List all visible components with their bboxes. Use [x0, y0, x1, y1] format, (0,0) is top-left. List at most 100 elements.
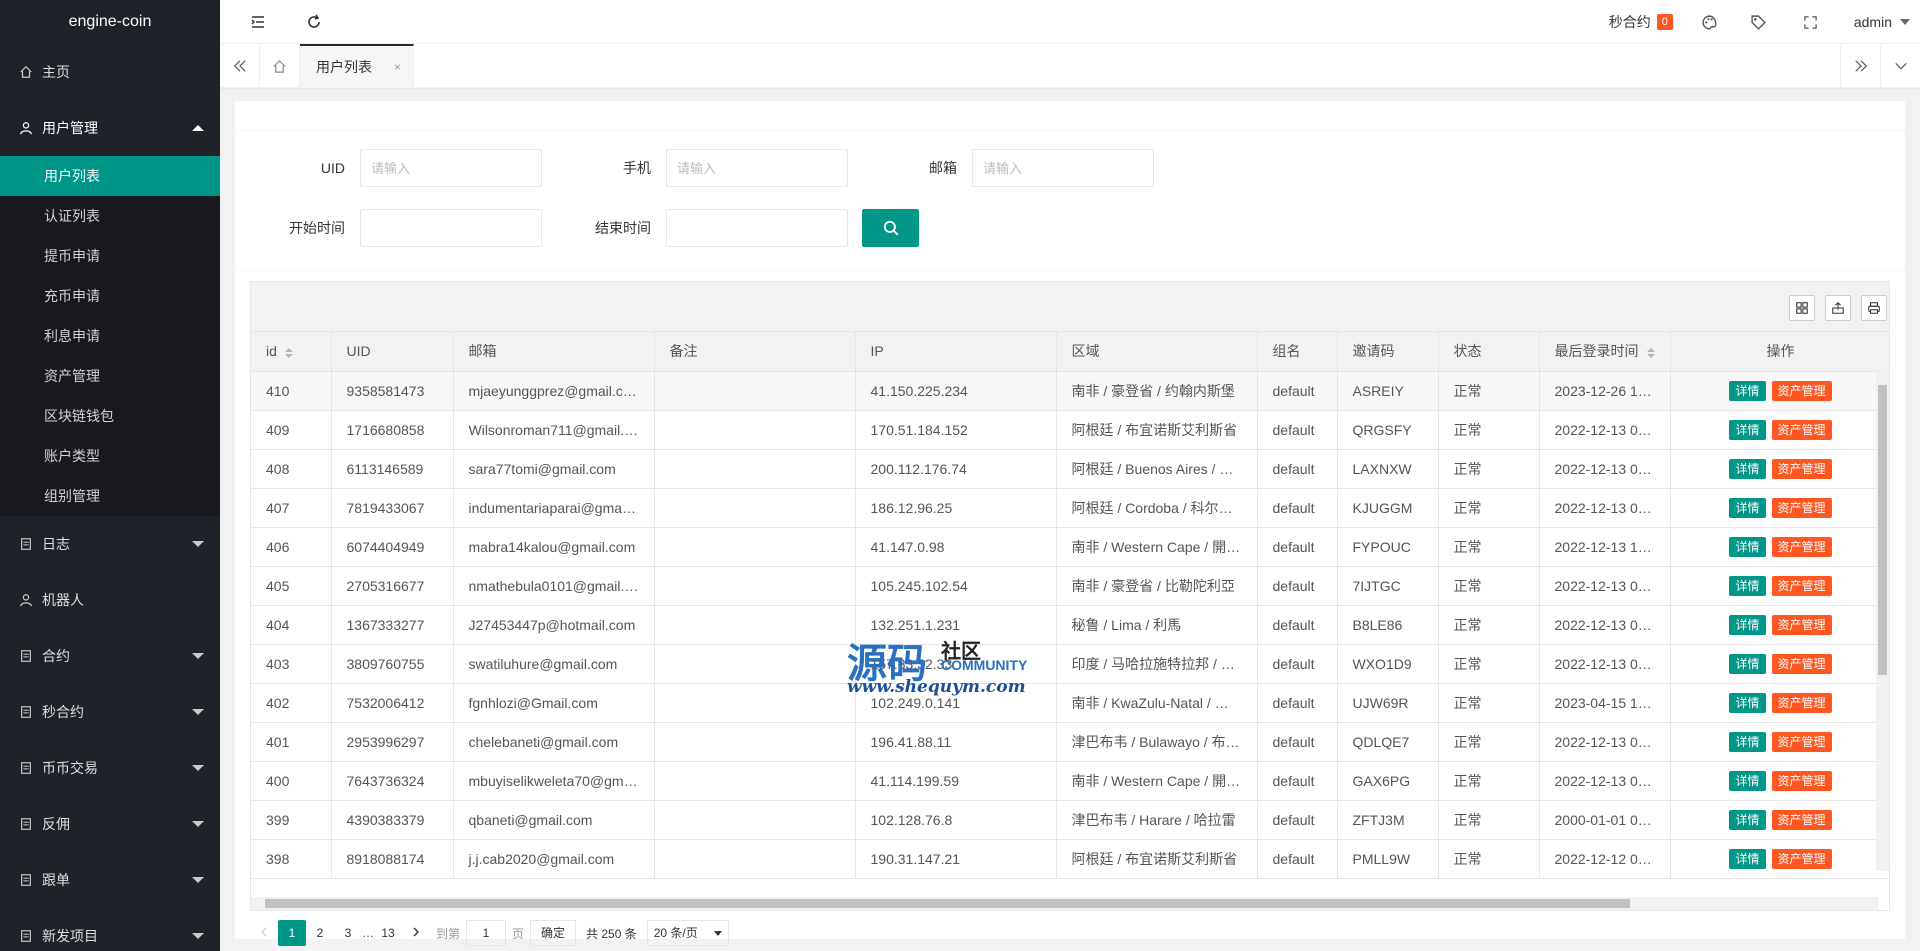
menu-toggle-button[interactable]	[238, 0, 278, 44]
tab-user-list-label: 用户列表	[316, 59, 372, 75]
sub-item-user-list[interactable]: 用户列表	[0, 156, 220, 196]
detail-button[interactable]: 详情	[1729, 497, 1766, 518]
goto-confirm-button[interactable]: 确定	[530, 920, 577, 946]
print-button[interactable]	[1861, 295, 1887, 321]
detail-button[interactable]: 详情	[1729, 809, 1766, 830]
cell-email: sara77tomi@gmail.com	[453, 449, 655, 489]
phone-label: 手机	[623, 160, 651, 176]
sub-item-account-types[interactable]: 账户类型	[0, 436, 220, 476]
sort-icon[interactable]	[284, 347, 293, 358]
sub-item-group-management[interactable]: 组别管理	[0, 476, 220, 516]
col-id[interactable]: id	[251, 332, 332, 372]
horizontal-scrollbar[interactable]	[251, 897, 1878, 910]
page-size-select[interactable]: 20 条/页	[646, 920, 729, 946]
goto-page-input[interactable]: 1	[466, 920, 507, 946]
sub-item-asset-management[interactable]: 资产管理	[0, 356, 220, 396]
nav-user-management-label: 用户管理	[42, 120, 98, 136]
cell-region: 阿根廷 / Buenos Aires / 布宜	[1056, 449, 1258, 489]
vertical-scrollbar[interactable]	[1876, 371, 1889, 871]
asset-management-button[interactable]: 资产管理	[1771, 380, 1832, 401]
asset-management-button[interactable]: 资产管理	[1771, 731, 1832, 752]
nav-rebate[interactable]: 反佣	[0, 796, 220, 852]
email-input[interactable]	[972, 149, 1154, 187]
nav-new-projects[interactable]: 新发项目	[0, 908, 220, 951]
document-icon	[18, 816, 34, 832]
next-page-button[interactable]	[402, 920, 430, 946]
asset-management-button[interactable]: 资产管理	[1771, 809, 1832, 830]
asset-management-button[interactable]: 资产管理	[1771, 770, 1832, 791]
main-card: UID 手机 邮箱 开始时间 结束时间	[235, 101, 1905, 946]
start-time-input[interactable]	[360, 209, 542, 247]
asset-management-button[interactable]: 资产管理	[1771, 653, 1832, 674]
asset-management-button[interactable]: 资产管理	[1771, 575, 1832, 596]
nav-robot[interactable]: 机器人	[0, 572, 220, 628]
asset-management-button[interactable]: 资产管理	[1771, 419, 1832, 440]
detail-button[interactable]: 详情	[1729, 419, 1766, 440]
page-1[interactable]: 1	[278, 920, 306, 946]
cell-remark	[654, 410, 856, 450]
cell-email: mbuyiselikweleta70@gmail.com	[453, 761, 655, 801]
detail-button[interactable]: 详情	[1729, 614, 1766, 635]
nav-contract[interactable]: 合约	[0, 628, 220, 684]
home-tab[interactable]	[260, 44, 300, 88]
detail-button[interactable]: 详情	[1729, 653, 1766, 674]
asset-management-button[interactable]: 资产管理	[1771, 692, 1832, 713]
sub-item-interest-requests[interactable]: 利息申请	[0, 316, 220, 356]
asset-management-button[interactable]: 资产管理	[1771, 536, 1832, 557]
sort-icon[interactable]	[1646, 347, 1655, 358]
phone-input[interactable]	[666, 149, 848, 187]
tabs-scroll-right-button[interactable]	[1840, 44, 1880, 88]
tabs-scroll-left-button[interactable]	[220, 44, 260, 88]
fullscreen-button[interactable]	[1785, 0, 1836, 44]
cell-remark	[654, 839, 856, 879]
tabs-menu-button[interactable]	[1880, 44, 1920, 88]
nav-second-contract[interactable]: 秒合约	[0, 684, 220, 740]
close-icon[interactable]: ×	[394, 60, 401, 74]
detail-button[interactable]: 详情	[1729, 536, 1766, 557]
asset-management-button[interactable]: 资产管理	[1771, 848, 1832, 869]
nav-copy-trade[interactable]: 跟单	[0, 852, 220, 908]
theme-button[interactable]	[1687, 0, 1732, 44]
table-header-row: id UID 邮箱 备注 IP 区域 组名 邀请码 状态 最后登录时间 操作	[251, 332, 1889, 372]
uid-label: UID	[320, 160, 345, 176]
user-menu[interactable]: admin	[1836, 0, 1920, 44]
detail-button[interactable]: 详情	[1729, 731, 1766, 752]
nav-user-management[interactable]: 用户管理	[0, 100, 220, 156]
table-row: 401 2953996297 chelebaneti@gmail.com 196.41…	[251, 722, 1889, 762]
sub-item-verification-list[interactable]: 认证列表	[0, 196, 220, 236]
asset-management-button[interactable]: 资产管理	[1771, 614, 1832, 635]
col-last-login[interactable]: 最后登录时间	[1539, 332, 1671, 372]
end-time-input[interactable]	[666, 209, 848, 247]
prev-page-button[interactable]	[250, 920, 278, 946]
detail-button[interactable]: 详情	[1729, 770, 1766, 791]
asset-management-button[interactable]: 资产管理	[1771, 458, 1832, 479]
cell-email: indumentariaparai@gmail.com	[453, 488, 655, 528]
tag-button[interactable]	[1732, 0, 1785, 44]
nav-spot-trading[interactable]: 币币交易	[0, 740, 220, 796]
detail-button[interactable]: 详情	[1729, 848, 1766, 869]
detail-button[interactable]: 详情	[1729, 458, 1766, 479]
nav-logs[interactable]: 日志	[0, 516, 220, 572]
uid-input[interactable]	[360, 149, 542, 187]
tab-user-list[interactable]: 用户列表 ×	[300, 44, 415, 88]
columns-filter-button[interactable]	[1789, 295, 1815, 321]
grid-icon	[1796, 302, 1808, 314]
cell-group: default	[1257, 410, 1338, 450]
asset-management-button[interactable]: 资产管理	[1771, 497, 1832, 518]
sub-item-deposit-requests[interactable]: 充币申请	[0, 276, 220, 316]
detail-button[interactable]: 详情	[1729, 575, 1766, 596]
page-2[interactable]: 2	[306, 920, 334, 946]
page-3[interactable]: 3	[334, 920, 362, 946]
sub-item-blockchain-wallet[interactable]: 区块链钱包	[0, 396, 220, 436]
cell-status: 正常	[1438, 371, 1540, 411]
second-contract-notice[interactable]: 秒合约 0	[1595, 0, 1687, 44]
nav-home[interactable]: 主页	[0, 44, 220, 100]
export-button[interactable]	[1825, 295, 1851, 321]
sub-item-withdraw-requests[interactable]: 提币申请	[0, 236, 220, 276]
detail-button[interactable]: 详情	[1729, 692, 1766, 713]
refresh-button[interactable]	[294, 0, 334, 44]
page-13[interactable]: 13	[374, 920, 402, 946]
detail-button[interactable]: 详情	[1729, 380, 1766, 401]
search-button[interactable]	[862, 209, 919, 247]
cell-remark	[654, 722, 856, 762]
